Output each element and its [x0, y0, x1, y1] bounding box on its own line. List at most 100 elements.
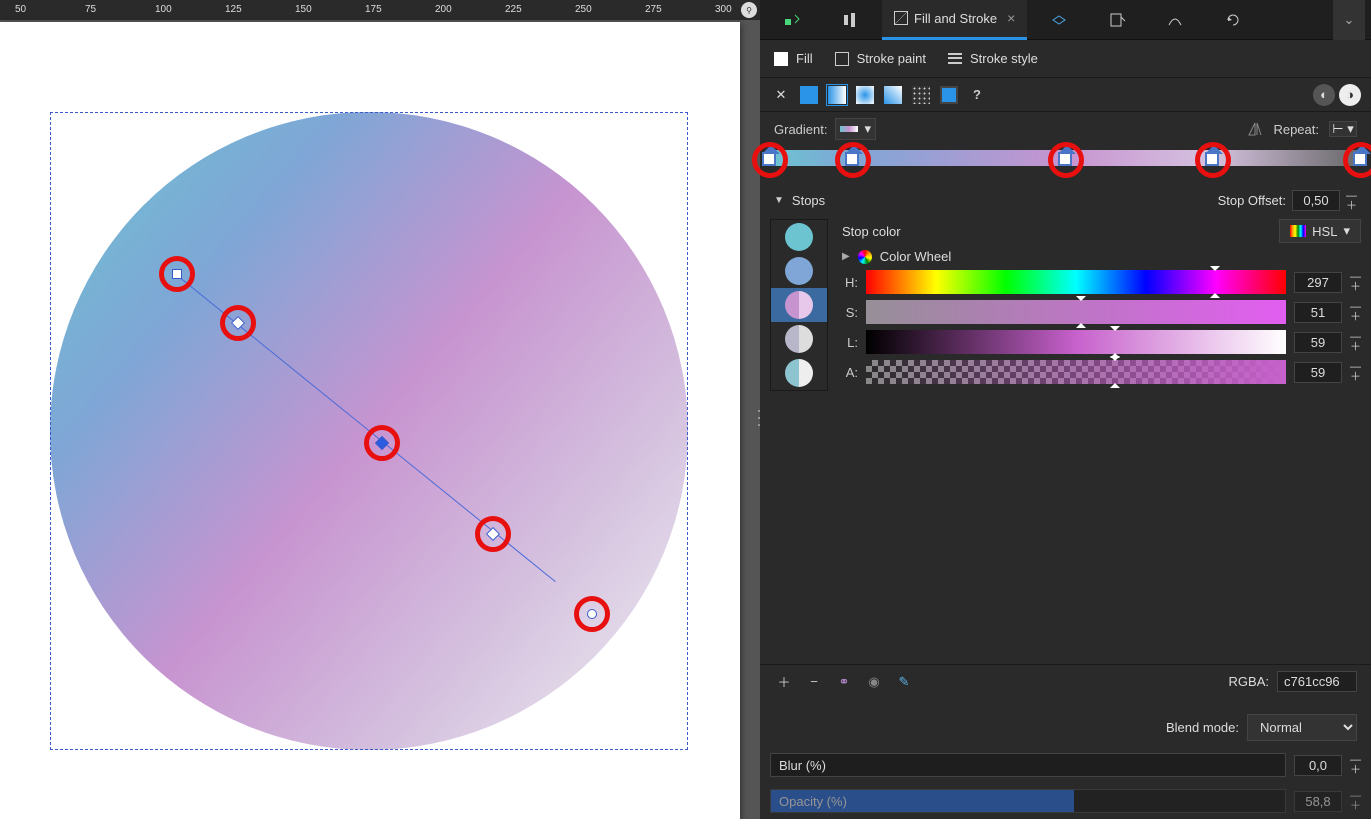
stops-label: Stops	[792, 193, 825, 208]
paint-radialgrad-button[interactable]	[854, 84, 876, 106]
blur-slider[interactable]: Blur (%)	[770, 753, 1286, 777]
alpha-label: A:	[842, 365, 858, 380]
rgba-input[interactable]	[1277, 671, 1357, 692]
color-wheel-label: Color Wheel	[880, 249, 952, 264]
alpha-stepper[interactable]: —＋	[1350, 362, 1361, 382]
stop-thumbnail-list	[770, 219, 828, 391]
dock-icon-rotate[interactable]	[1207, 0, 1259, 40]
paint-swatch-button[interactable]	[938, 84, 960, 106]
highlight-ring	[364, 425, 400, 461]
blend-mode-row: Blend mode: Normal	[760, 708, 1371, 747]
gradient-select-row: Gradient: ▾ Repeat: ⊢ ▾	[760, 112, 1371, 146]
highlight-ring	[574, 596, 610, 632]
stop-thumb[interactable]	[771, 254, 827, 288]
ruler-tick: 200	[435, 4, 452, 15]
paint-unknown-button[interactable]: ?	[966, 84, 988, 106]
gradient-bar[interactable]	[770, 150, 1361, 178]
color-wheel-row[interactable]: ▶ Color Wheel	[842, 249, 1361, 264]
lig-slider[interactable]	[866, 330, 1286, 354]
lig-stepper[interactable]: —＋	[1350, 332, 1361, 352]
alpha-slider[interactable]	[866, 360, 1286, 384]
artboard[interactable]	[0, 22, 740, 819]
stop-thumb[interactable]	[771, 322, 827, 356]
alpha-slider-row: A: 59 —＋	[842, 360, 1361, 384]
fill-rule-button-b[interactable]: ◑	[1339, 84, 1361, 106]
sat-slider-row: S: 51 —＋	[842, 300, 1361, 324]
fill-square-icon	[774, 52, 788, 66]
paint-none-button[interactable]: ✕	[770, 84, 792, 106]
highlight-ring	[835, 142, 871, 178]
ruler-magnify-icon[interactable]: ⚲	[741, 2, 757, 18]
sub-tab-stroke-style[interactable]: Stroke style	[948, 51, 1038, 66]
sat-label: S:	[842, 305, 858, 320]
ruler-tick: 175	[365, 4, 382, 15]
dock-icon-export[interactable]	[1091, 0, 1143, 40]
stop-offset-stepper[interactable]: —＋	[1346, 191, 1357, 211]
repeat-mode-selector[interactable]: ⊢ ▾	[1329, 121, 1357, 137]
ruler-tick: 275	[645, 4, 662, 15]
tab-overflow-chevron[interactable]: ⌄	[1333, 0, 1365, 40]
remove-stop-button[interactable]: −	[804, 672, 824, 692]
tab-fill-and-stroke[interactable]: Fill and Stroke ×	[882, 0, 1027, 40]
stop-thumb[interactable]	[771, 288, 827, 322]
lig-input[interactable]: 59	[1294, 332, 1342, 353]
hue-slider-row: H: 297 —＋	[842, 270, 1361, 294]
hue-input[interactable]: 297	[1294, 272, 1342, 293]
mirror-icon[interactable]	[1247, 121, 1263, 137]
hue-slider[interactable]	[866, 270, 1286, 294]
opacity-slider[interactable]: Opacity (%)	[770, 789, 1286, 813]
blur-row: Blur (%) 0,0 —＋	[760, 747, 1371, 783]
color-mode-selector[interactable]: HSL ▾	[1279, 219, 1361, 243]
stop-thumb[interactable]	[771, 356, 827, 390]
paint-meshgrad-button[interactable]	[882, 84, 904, 106]
rainbow-icon	[1290, 225, 1306, 237]
add-stop-button[interactable]: ＋	[774, 672, 794, 692]
close-tab-icon[interactable]: ×	[1007, 10, 1015, 26]
hue-stepper[interactable]: —＋	[1350, 272, 1361, 292]
stop-offset-label: Stop Offset:	[1218, 193, 1286, 208]
highlight-ring	[220, 305, 256, 341]
sat-input[interactable]: 51	[1294, 302, 1342, 323]
repeat-label: Repeat:	[1273, 122, 1319, 137]
stroke-style-icon	[948, 52, 962, 66]
blur-stepper[interactable]: —＋	[1350, 755, 1361, 775]
stops-footer: ＋ − ⚭ ◉ ✎ RGBA:	[760, 664, 1371, 698]
blend-mode-select[interactable]: Normal	[1247, 714, 1357, 741]
paint-pattern-button[interactable]	[910, 84, 932, 106]
color-invert-icon[interactable]: ◉	[864, 672, 884, 692]
color-picker-icon[interactable]: ✎	[894, 672, 914, 692]
blur-input[interactable]: 0,0	[1294, 755, 1342, 776]
dock-icon-1[interactable]	[766, 0, 818, 40]
paint-lineargrad-button[interactable]	[826, 84, 848, 106]
sub-tab-fill[interactable]: Fill	[774, 51, 813, 66]
opacity-input[interactable]: 58,8	[1294, 791, 1342, 812]
tab-label: Fill and Stroke	[914, 11, 997, 26]
dock-icon-layers[interactable]	[1033, 0, 1085, 40]
sat-stepper[interactable]: —＋	[1350, 302, 1361, 322]
blend-mode-label: Blend mode:	[1166, 720, 1239, 735]
color-wheel-icon	[858, 250, 872, 264]
paint-flat-button[interactable]	[798, 84, 820, 106]
canvas-area[interactable]: 50 75 100 125 150 175 200 225 250 275 30…	[0, 0, 760, 819]
dock-icon-path[interactable]	[1149, 0, 1201, 40]
stop-thumb[interactable]	[771, 220, 827, 254]
fill-stroke-icon	[894, 11, 908, 25]
gradient-selector[interactable]: ▾	[835, 118, 876, 140]
sat-slider[interactable]	[866, 300, 1286, 324]
stop-offset-input[interactable]: 0,50	[1292, 190, 1340, 211]
align-icon[interactable]	[824, 0, 876, 40]
sub-tab-stroke-paint[interactable]: Stroke paint	[835, 51, 926, 66]
highlight-ring	[1048, 142, 1084, 178]
fill-stroke-panel: Fill and Stroke × ⌄ Fill Stroke paint St…	[760, 0, 1371, 819]
opacity-stepper[interactable]: —＋	[1350, 791, 1361, 811]
expand-tri-icon[interactable]: ▼	[774, 195, 784, 206]
hue-label: H:	[842, 275, 858, 290]
lig-label: L:	[842, 335, 858, 350]
alpha-input[interactable]: 59	[1294, 362, 1342, 383]
rgba-label: RGBA:	[1229, 674, 1269, 689]
fill-rule-button-a[interactable]: ◐	[1313, 84, 1335, 106]
ruler-horizontal: 50 75 100 125 150 175 200 225 250 275 30…	[0, 0, 760, 20]
highlight-ring	[1343, 142, 1371, 178]
color-manage-icon[interactable]: ⚭	[834, 672, 854, 692]
sub-tab-row: Fill Stroke paint Stroke style	[760, 40, 1371, 78]
